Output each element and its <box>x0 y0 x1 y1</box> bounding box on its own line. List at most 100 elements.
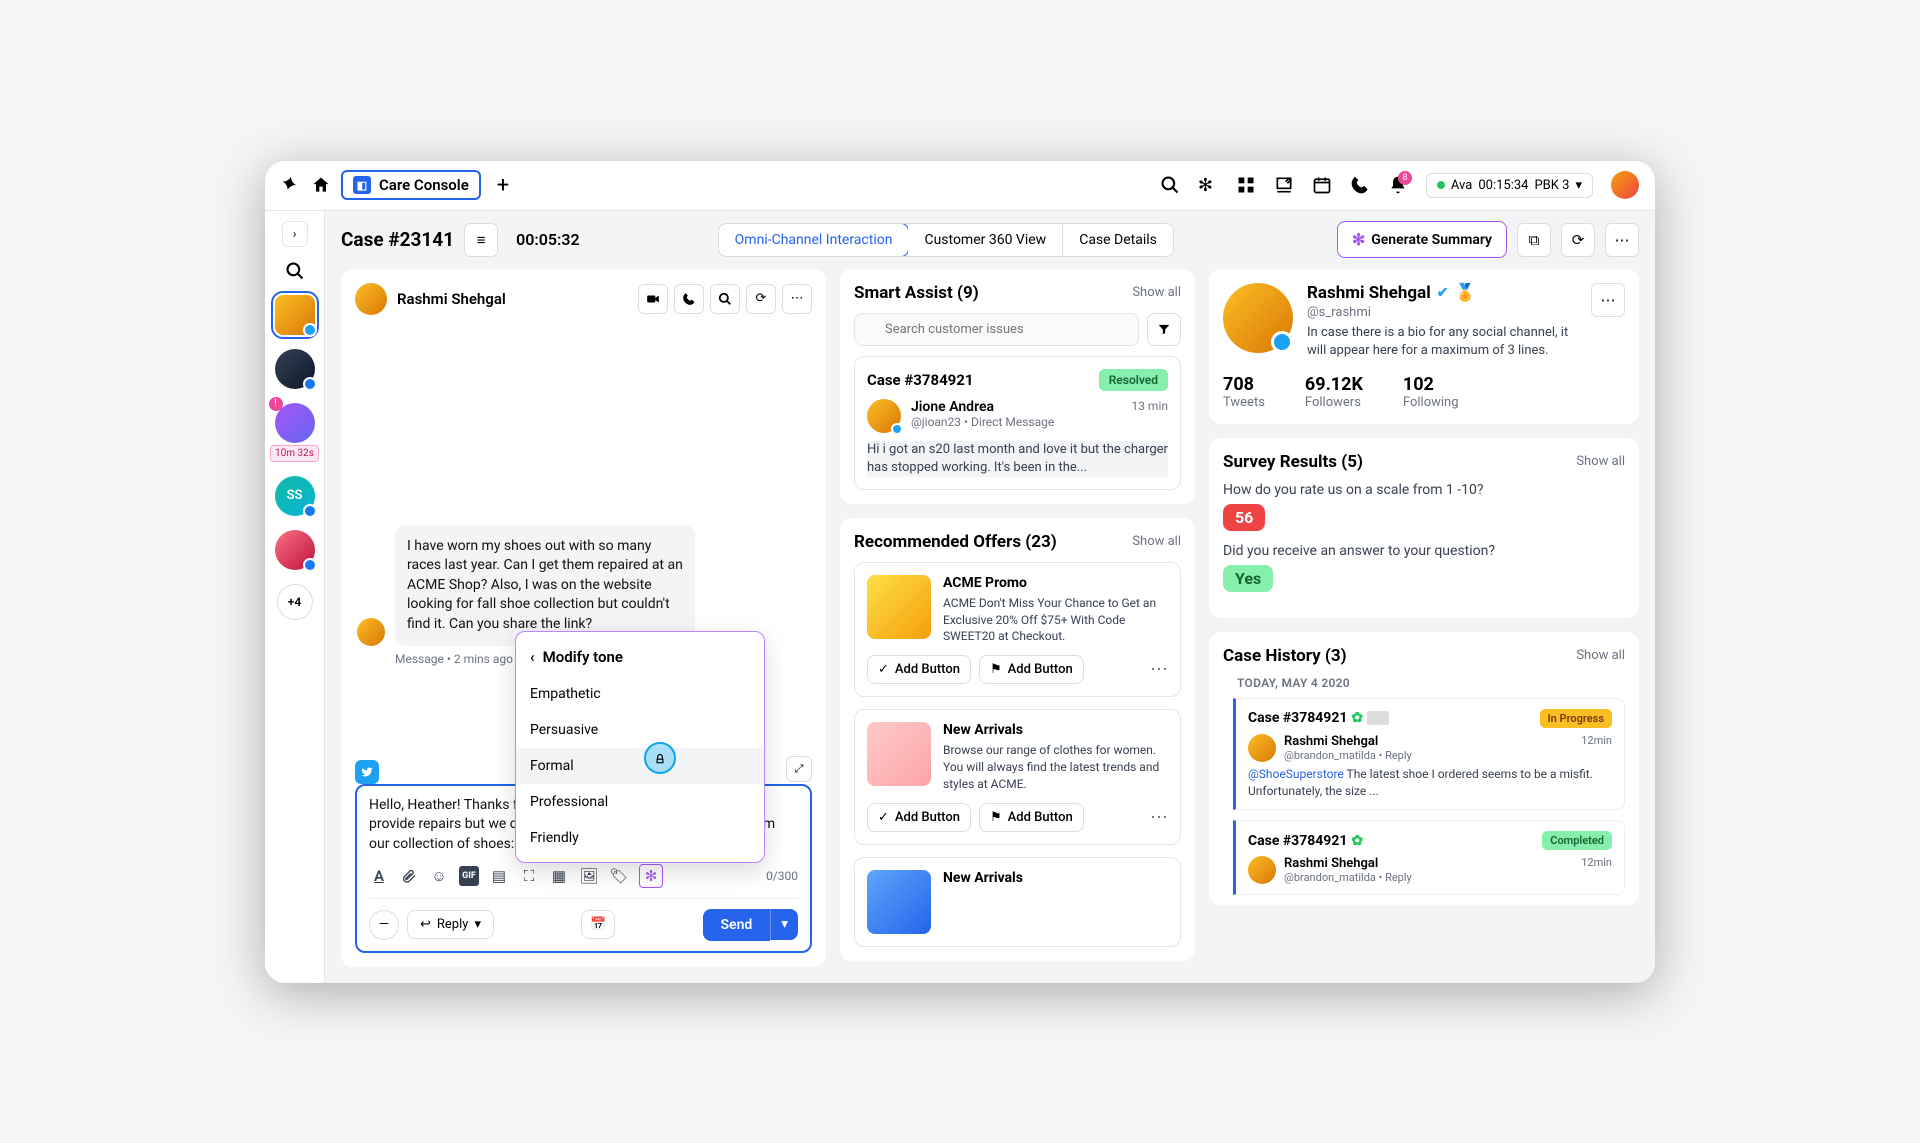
refresh-convo-button[interactable]: ⟳ <box>746 284 776 314</box>
history-item[interactable]: Case #3784921 ✿ Completed Rashmi Shehgal… <box>1233 820 1625 895</box>
refresh-button[interactable]: ⟳ <box>1561 223 1595 257</box>
convo-avatar-5[interactable] <box>275 530 315 570</box>
text-format-icon[interactable]: A <box>369 866 389 886</box>
hist-case-id: Case #3784921 <box>1248 710 1347 726</box>
tone-persuasive[interactable]: Persuasive <box>516 712 764 748</box>
related-case[interactable]: Case #3784921 Resolved Jione Andrea @jio… <box>854 356 1181 490</box>
fullscreen-icon[interactable]: ⛶ <box>519 866 539 886</box>
composer-expand[interactable]: ⤢ <box>786 756 812 782</box>
offer-add-1[interactable]: ✓ Add Button <box>867 655 971 684</box>
expand-rail-button[interactable]: › <box>282 221 308 247</box>
home-icon[interactable] <box>311 175 331 195</box>
offer-desc: ACME Don't Miss Your Chance to Get an Ex… <box>943 595 1168 645</box>
emoji-icon[interactable]: ☺ <box>429 866 449 886</box>
case-body: Hi i got an s20 last month and love it b… <box>867 441 1168 477</box>
stat-following-num: 102 <box>1403 374 1459 395</box>
workspace-tab[interactable]: ◧ Care Console <box>341 170 481 200</box>
attachment-icon[interactable] <box>399 866 419 886</box>
status-time: 00:15:34 <box>1478 178 1528 193</box>
survey-a2: Yes <box>1223 565 1273 592</box>
convo-avatar-1[interactable] <box>275 295 315 335</box>
filter-button[interactable] <box>1147 313 1181 346</box>
phone-icon[interactable] <box>1350 175 1370 195</box>
topbar: ◧ Care Console + ✻ 8 Ava 00:15:34 PBK 3 … <box>265 161 1655 211</box>
offer-add-1[interactable]: ✓ Add Button <box>867 803 971 832</box>
add-tab-button[interactable]: + <box>491 173 515 198</box>
agent-status[interactable]: Ava 00:15:34 PBK 3 ▾ <box>1426 173 1593 198</box>
profile-more[interactable]: ⋯ <box>1591 283 1625 317</box>
user-avatar[interactable] <box>1611 171 1639 199</box>
tone-back[interactable]: ‹ Modify tone <box>516 638 764 676</box>
offer-add-2[interactable]: ⚑ Add Button <box>979 655 1084 684</box>
offers-show-all[interactable]: Show all <box>1132 534 1181 549</box>
profile-name: Rashmi Shehgal <box>1307 283 1431 303</box>
rail-search-icon[interactable] <box>285 261 305 281</box>
send-options-button[interactable]: ▾ <box>770 909 798 940</box>
compose-icon[interactable] <box>1274 175 1294 195</box>
image-icon[interactable]: 🖼 <box>579 866 599 886</box>
offer-item: ACME Promo ACME Don't Miss Your Chance t… <box>854 562 1181 697</box>
case-subheader: Case #23141 ≡ 00:05:32 Omni-Channel Inte… <box>325 211 1655 269</box>
convo-avatar-2[interactable] <box>275 349 315 389</box>
offer-title: New Arrivals <box>943 722 1168 738</box>
stat-tweets-num: 708 <box>1223 374 1265 395</box>
related-case-id: Case #3784921 <box>867 371 974 389</box>
case-menu-button[interactable]: ≡ <box>464 223 498 257</box>
gif-icon[interactable]: GIF <box>459 866 479 886</box>
offer-more[interactable]: ⋯ <box>1150 807 1168 828</box>
table-icon[interactable]: ▤ <box>489 866 509 886</box>
search-icon[interactable] <box>1160 175 1180 195</box>
profile-card: Rashmi Shehgal ✔ 🏅 @s_rashmi In case the… <box>1209 269 1639 424</box>
search-convo-button[interactable] <box>710 284 740 314</box>
tag-icon[interactable]: 🏷 <box>609 866 629 886</box>
survey-show-all[interactable]: Show all <box>1576 454 1625 469</box>
case-user-name: Jione Andrea <box>911 399 1054 415</box>
smart-assist-search[interactable] <box>854 313 1139 346</box>
notifications-icon[interactable]: 8 <box>1388 175 1408 195</box>
schedule-button[interactable]: 📅 <box>581 910 615 939</box>
convo-timer: 10m 32s <box>270 445 319 462</box>
convo-avatar-4[interactable]: SS <box>275 476 315 516</box>
send-button[interactable]: Send <box>703 909 771 941</box>
tab-omni-channel[interactable]: Omni-Channel Interaction <box>718 223 910 257</box>
offer-more[interactable]: ⋯ <box>1150 659 1168 680</box>
smart-assist-show-all[interactable]: Show all <box>1132 285 1181 300</box>
video-call-button[interactable] <box>638 284 668 314</box>
case-user-handle: @jioan23 • Direct Message <box>911 415 1054 429</box>
generate-summary-button[interactable]: ✻Generate Summary <box>1337 221 1507 258</box>
ai-assist-icon[interactable]: ✻ <box>639 864 663 888</box>
smart-assist-title: Smart Assist (9) <box>854 283 979 303</box>
verified-icon: ✔ <box>1437 285 1449 301</box>
tab-customer-360[interactable]: Customer 360 View <box>908 224 1063 256</box>
case-user-avatar <box>867 399 901 433</box>
apps-icon[interactable] <box>1236 175 1256 195</box>
survey-q2: Did you receive an answer to your questi… <box>1223 543 1625 559</box>
tone-empathetic[interactable]: Empathetic <box>516 676 764 712</box>
tab-case-details[interactable]: Case Details <box>1063 224 1173 256</box>
note-icon[interactable]: ▦ <box>549 866 569 886</box>
tone-professional[interactable]: Professional <box>516 784 764 820</box>
char-count: 0/300 <box>766 869 798 883</box>
calendar-icon[interactable] <box>1312 175 1332 195</box>
convo-avatar-3[interactable]: ! <box>275 403 315 443</box>
convo-more[interactable]: +4 <box>277 584 313 620</box>
history-item[interactable]: Case #3784921 ✿ In Progress Rashmi Shehg… <box>1233 698 1625 811</box>
tab-label: Care Console <box>379 176 469 194</box>
hist-name: Rashmi Shehgal <box>1284 856 1573 871</box>
offer-title: ACME Promo <box>943 575 1168 591</box>
layout-button[interactable]: ⧉ <box>1517 223 1551 257</box>
offer-add-2[interactable]: ⚑ Add Button <box>979 803 1084 832</box>
hist-avatar <box>1248 856 1276 884</box>
tone-formal[interactable]: Formal <box>516 748 764 784</box>
reply-type-button[interactable]: ↩ Reply ▾ <box>407 910 494 939</box>
minimize-button[interactable]: — <box>369 910 399 940</box>
more-button[interactable]: ⋯ <box>1605 223 1639 257</box>
message-avatar <box>357 618 385 646</box>
tone-friendly[interactable]: Friendly <box>516 820 764 856</box>
sparkle-icon[interactable]: ✻ <box>1198 175 1218 195</box>
voice-call-button[interactable] <box>674 284 704 314</box>
history-show-all[interactable]: Show all <box>1576 648 1625 663</box>
profile-avatar <box>1223 283 1293 353</box>
offer-image <box>867 870 931 934</box>
convo-more-button[interactable]: ⋯ <box>782 284 812 314</box>
